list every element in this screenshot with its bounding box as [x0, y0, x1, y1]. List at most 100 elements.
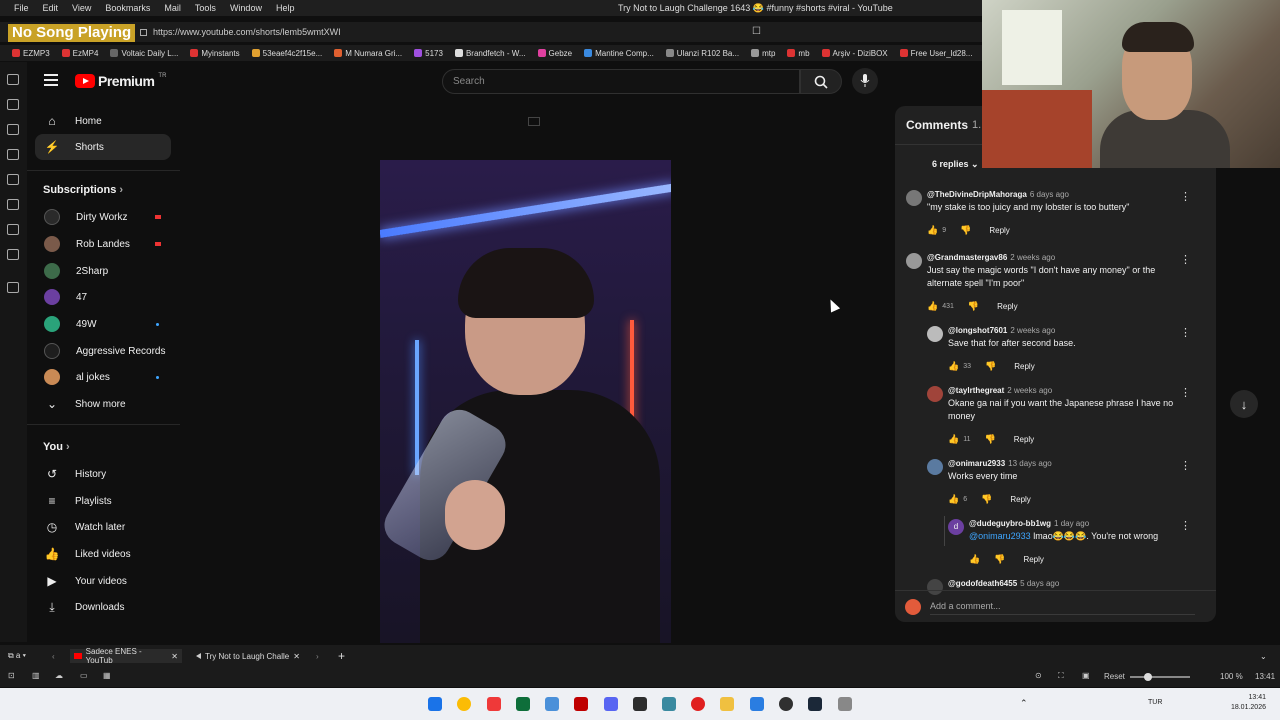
- sidebar-subscription[interactable]: 49W: [35, 311, 171, 337]
- calendar-icon[interactable]: ▦: [103, 671, 111, 680]
- bookmarks-panel-icon[interactable]: [7, 74, 19, 85]
- more-actions-icon[interactable]: ⋮: [1180, 253, 1191, 266]
- menu-tools[interactable]: Tools: [195, 3, 216, 13]
- more-actions-icon[interactable]: ⋮: [1180, 459, 1191, 472]
- reply-button[interactable]: Reply: [989, 226, 1009, 235]
- add-comment-input[interactable]: Add a comment...: [930, 601, 1195, 615]
- bookmark[interactable]: Free User_ld28...: [899, 49, 972, 58]
- start-icon[interactable]: [428, 697, 442, 711]
- dislike-icon[interactable]: 👎: [985, 434, 996, 445]
- obs-icon[interactable]: [779, 697, 793, 711]
- dislike-icon[interactable]: 👎: [968, 301, 979, 312]
- sidebar-item-downloads[interactable]: ⤓ Downloads: [35, 594, 171, 620]
- tab-stack-toggle[interactable]: ⧉ a ▾: [8, 649, 26, 663]
- app-icon[interactable]: [662, 697, 676, 711]
- zoom-slider[interactable]: [1130, 673, 1190, 681]
- menu-view[interactable]: View: [72, 3, 91, 13]
- bookmark[interactable]: Gebze: [537, 49, 572, 58]
- replies-toggle[interactable]: 6 replies ⌄: [932, 159, 979, 170]
- like-icon[interactable]: 👍: [948, 494, 959, 505]
- discord-icon[interactable]: [604, 697, 618, 711]
- close-icon[interactable]: ✕: [171, 652, 178, 661]
- file-explorer-icon[interactable]: [720, 697, 734, 711]
- menu-window[interactable]: Window: [230, 3, 262, 13]
- add-panel-icon[interactable]: [7, 282, 19, 293]
- chevron-right-icon[interactable]: ›: [316, 649, 319, 663]
- filezilla-icon[interactable]: [574, 697, 588, 711]
- like-icon[interactable]: 👍: [927, 225, 938, 236]
- reader-view-icon[interactable]: ⛶: [1058, 671, 1064, 681]
- capture-icon[interactable]: ▭: [80, 671, 88, 680]
- tab[interactable]: Sadece ENES - YouTub ✕: [70, 647, 182, 665]
- sidebar-subscription[interactable]: 2Sharp: [35, 258, 171, 284]
- sidebar-subscription[interactable]: Rob Landes: [35, 231, 171, 257]
- dislike-icon[interactable]: 👎: [994, 554, 1005, 565]
- image-toggle-icon[interactable]: ▣: [1082, 671, 1090, 680]
- menu-bookmarks[interactable]: Bookmarks: [105, 3, 150, 13]
- sidebar-item-liked-videos[interactable]: 👍 Liked videos: [35, 541, 171, 567]
- like-icon[interactable]: 👍: [927, 301, 938, 312]
- sidebar-item-history[interactable]: ↺ History: [35, 461, 171, 487]
- reply-button[interactable]: Reply: [1014, 362, 1034, 371]
- reply-button[interactable]: Reply: [1010, 495, 1030, 504]
- dislike-icon[interactable]: 👎: [960, 225, 971, 236]
- comment-author[interactable]: @TheDivineDripMahoraga 6 days ago: [927, 190, 1069, 199]
- menu-file[interactable]: File: [14, 3, 29, 13]
- window-panel-icon[interactable]: [7, 199, 19, 210]
- show-more-button[interactable]: ⌄ Show more: [35, 391, 171, 417]
- downloads-panel-icon[interactable]: [7, 99, 19, 110]
- mention-link[interactable]: @onimaru2933: [969, 531, 1031, 541]
- bookmark[interactable]: Brandfetch - W...: [454, 49, 526, 58]
- comment-author[interactable]: @godofdeath6455 5 days ago: [948, 579, 1059, 588]
- comment-author[interactable]: @taylrthegreat 2 weeks ago: [948, 386, 1052, 395]
- menu-edit[interactable]: Edit: [43, 3, 59, 13]
- menu-help[interactable]: Help: [276, 3, 295, 13]
- app-icon[interactable]: [838, 697, 852, 711]
- bookmark[interactable]: EzMP4: [61, 49, 98, 58]
- bookmark[interactable]: Arşiv - DiziBOX: [821, 49, 888, 58]
- chrome-icon[interactable]: [457, 697, 471, 711]
- reply-button[interactable]: Reply: [1014, 435, 1034, 444]
- more-actions-icon[interactable]: ⋮: [1180, 519, 1191, 532]
- you-heading[interactable]: You ›: [43, 441, 70, 453]
- comment-author[interactable]: @Grandmastergav86 2 weeks ago: [927, 253, 1055, 262]
- tab[interactable]: Try Not to Laugh Challe ✕: [192, 649, 304, 663]
- menu-mail[interactable]: Mail: [164, 3, 181, 13]
- reply-button[interactable]: Reply: [997, 302, 1017, 311]
- page-actions-icon[interactable]: ⊙: [1035, 671, 1042, 680]
- zoom-slider-handle[interactable]: [1144, 673, 1152, 681]
- sidebar-subscription[interactable]: al jokes: [35, 364, 171, 390]
- network-icon[interactable]: [545, 697, 559, 711]
- zoom-reset-button[interactable]: Reset: [1104, 672, 1125, 681]
- comment-author[interactable]: @dudeguybro-bb1wg 1 day ago: [969, 519, 1089, 528]
- sidebar-item-home[interactable]: ⌂ Home: [35, 108, 171, 134]
- more-actions-icon[interactable]: ⋮: [1180, 326, 1191, 339]
- reading-panel-icon[interactable]: [7, 224, 19, 235]
- like-icon[interactable]: 👍: [948, 434, 959, 445]
- like-icon[interactable]: 👍: [948, 361, 959, 372]
- tiling-icon[interactable]: ▥: [32, 671, 40, 680]
- bookmark-star-icon[interactable]: ☐: [752, 26, 761, 37]
- sidebar-item-watch-later[interactable]: ◷ Watch later: [35, 514, 171, 540]
- mail-panel-icon[interactable]: [7, 249, 19, 260]
- url-field[interactable]: https://www.youtube.com/shorts/lemb5wmtX…: [140, 25, 770, 39]
- terminal-icon[interactable]: [516, 697, 530, 711]
- cloud-sync-icon[interactable]: ☁: [55, 671, 63, 680]
- steam-icon[interactable]: [808, 697, 822, 711]
- taskbar-clock[interactable]: 13:41 18.01.2026: [1231, 693, 1266, 713]
- comment-author[interactable]: @onimaru2933 13 days ago: [948, 459, 1052, 468]
- voice-search-button[interactable]: [852, 68, 878, 94]
- tray-chevron-icon[interactable]: ⌃: [1020, 698, 1028, 709]
- close-icon[interactable]: ✕: [293, 652, 300, 661]
- like-icon[interactable]: 👍: [969, 554, 980, 565]
- record-icon[interactable]: [691, 697, 705, 711]
- sidebar-item-your-videos[interactable]: ▶ Your videos: [35, 568, 171, 594]
- panel-toggle-icon[interactable]: ⊡: [8, 671, 15, 680]
- vscode-icon[interactable]: [750, 697, 764, 711]
- bookmark[interactable]: mtp: [751, 49, 775, 58]
- dislike-icon[interactable]: 👎: [985, 361, 996, 372]
- bookmark[interactable]: Mantine Comp...: [584, 49, 654, 58]
- miniplayer-icon[interactable]: [528, 117, 540, 126]
- vivaldi-icon[interactable]: [487, 697, 501, 711]
- bookmark[interactable]: mb: [787, 49, 810, 58]
